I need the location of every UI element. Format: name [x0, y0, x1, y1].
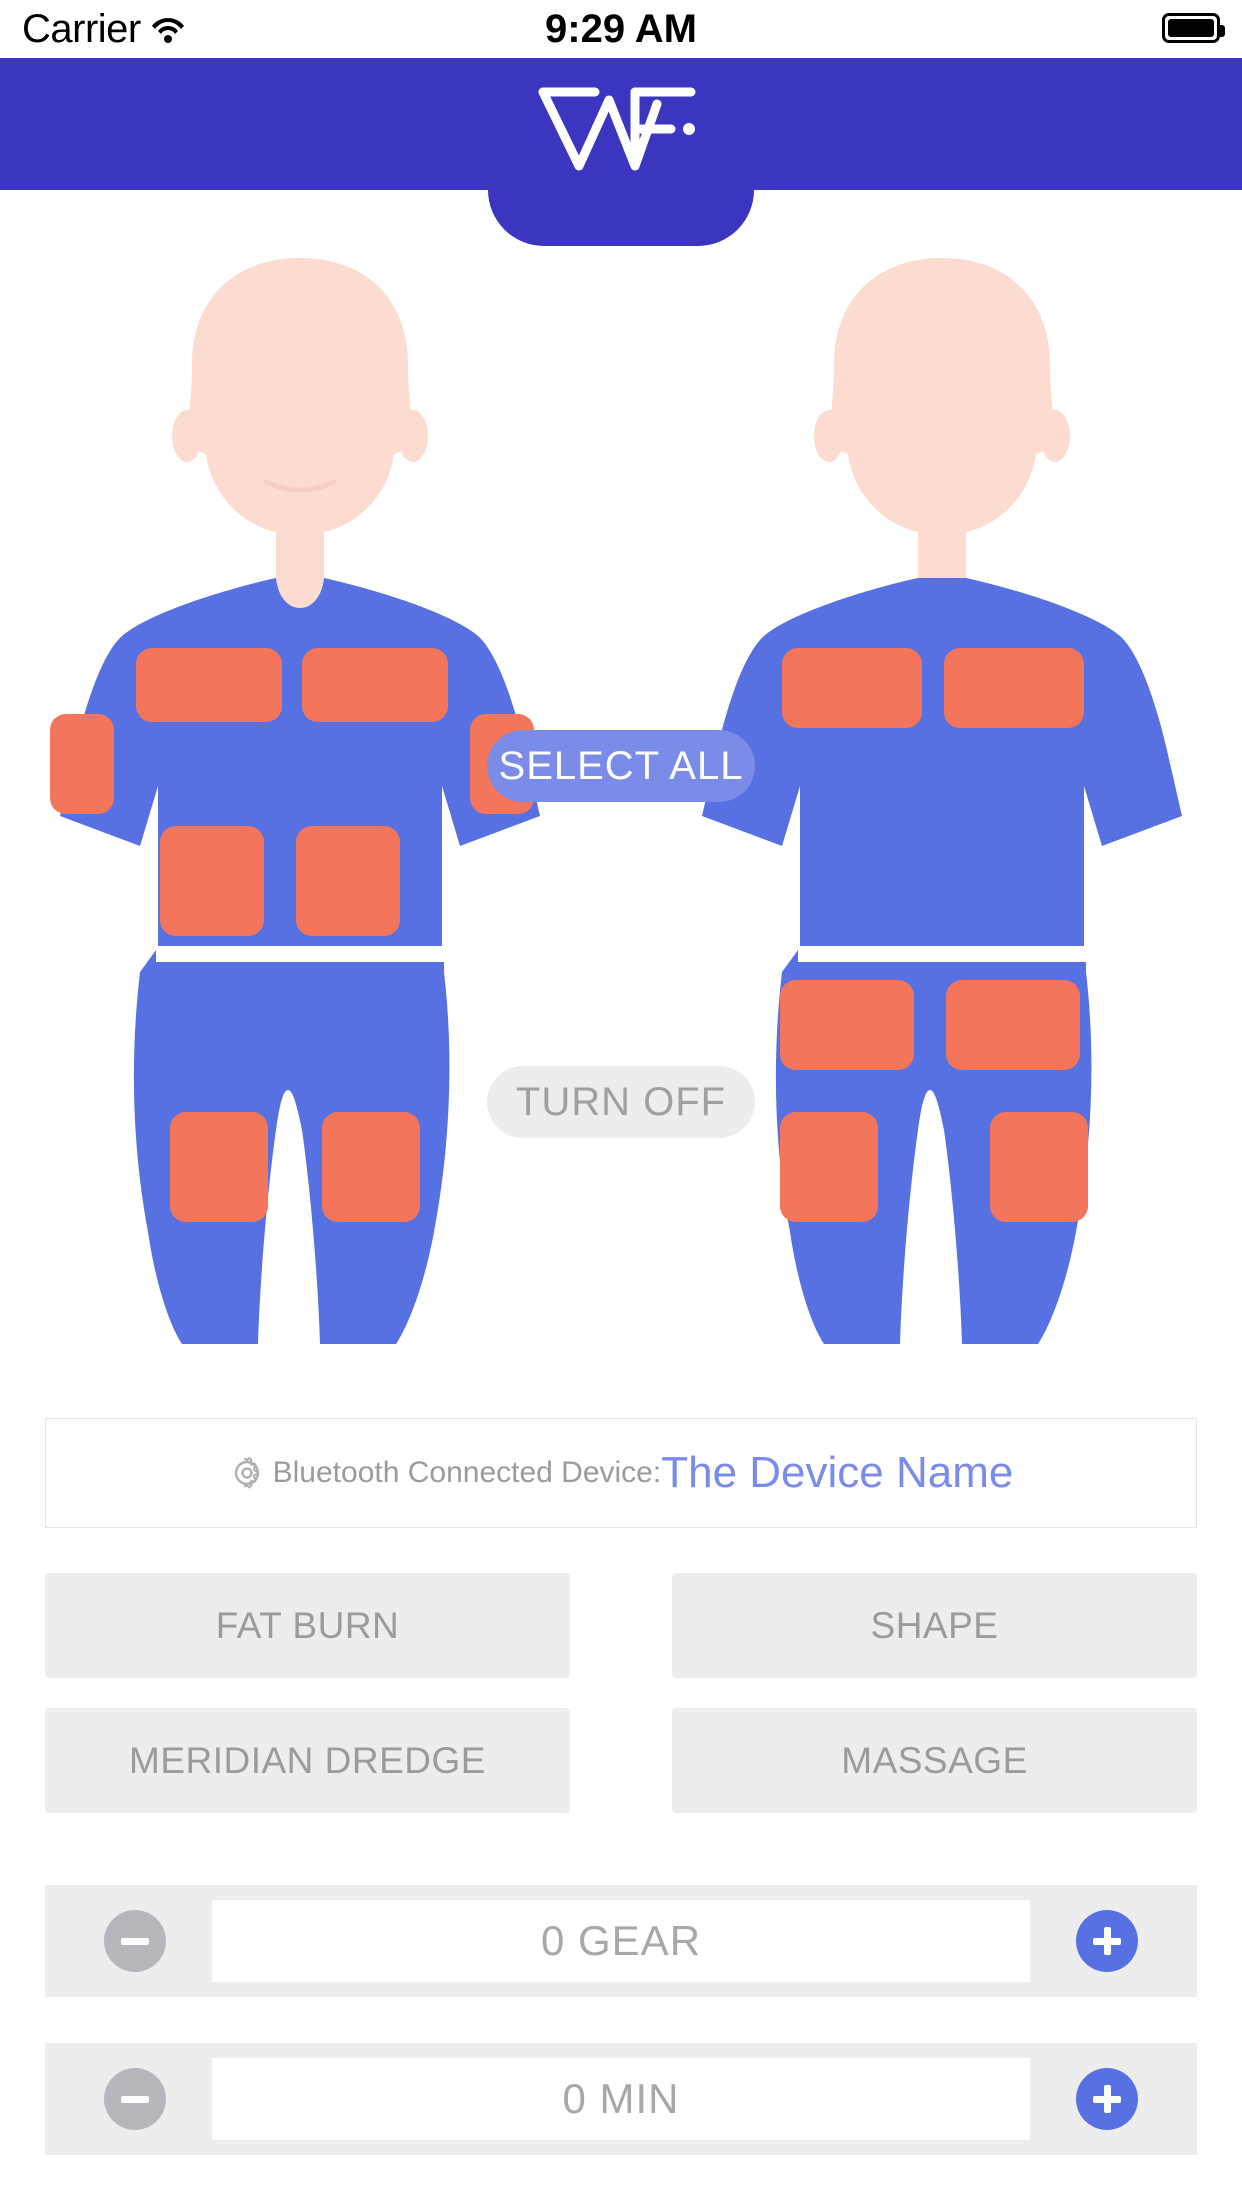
pad-arm-left — [50, 714, 114, 814]
minutes-increment-button[interactable] — [1076, 2068, 1138, 2130]
bluetooth-device-name: The Device Name — [661, 1448, 1014, 1497]
header-curve-decoration — [488, 190, 754, 246]
pad-thigh-right — [322, 1112, 420, 1222]
minus-icon — [104, 1910, 166, 1972]
pad-upper-back-right — [944, 648, 1084, 728]
mode-button-group: FAT BURN SHAPE MERIDIAN DREDGE MASSAGE — [45, 1573, 1197, 1813]
body-figure-front[interactable] — [30, 246, 570, 1356]
mode-button-massage[interactable]: MASSAGE — [672, 1708, 1197, 1813]
minus-icon — [104, 2068, 166, 2130]
minutes-value-field[interactable]: 0 MIN — [212, 2058, 1030, 2140]
body-map: SELECT ALL TURN OFF — [0, 246, 1242, 1356]
minutes-decrement-button[interactable] — [104, 2068, 166, 2130]
pad-upper-back-left — [782, 648, 922, 728]
pad-thigh-left — [170, 1112, 268, 1222]
battery-fill — [1168, 19, 1214, 37]
mode-button-fat-burn[interactable]: FAT BURN — [45, 1573, 570, 1678]
battery-full-icon — [1162, 13, 1225, 43]
pad-chest-left — [136, 648, 282, 722]
pad-abdomen-left — [160, 826, 264, 936]
clock-label: 9:29 AM — [545, 6, 697, 51]
body-figure-back[interactable] — [672, 246, 1212, 1356]
gear-icon — [229, 1455, 265, 1491]
battery-cap — [1220, 25, 1225, 37]
minutes-stepper: 0 MIN — [45, 2043, 1197, 2155]
pad-hamstring-right — [990, 1112, 1088, 1222]
turn-off-button[interactable]: TURN OFF — [487, 1066, 755, 1138]
pad-glute-right — [946, 980, 1080, 1070]
mode-button-meridian-dredge[interactable]: MERIDIAN DREDGE — [45, 1708, 570, 1813]
plus-icon — [1076, 1910, 1138, 1972]
bluetooth-label: Bluetooth Connected Device: — [272, 1456, 662, 1489]
gear-decrement-button[interactable] — [104, 1910, 166, 1972]
wf-brand-logo — [521, 58, 721, 190]
gear-stepper: 0 GEAR — [45, 1885, 1197, 1997]
status-bar: Carrier 9:29 AM — [0, 0, 1242, 58]
pad-chest-right — [302, 648, 448, 722]
gear-value-field[interactable]: 0 GEAR — [212, 1900, 1030, 1982]
bluetooth-device-inner: Bluetooth Connected Device: The Device N… — [229, 1448, 1014, 1498]
mode-button-shape[interactable]: SHAPE — [672, 1573, 1197, 1678]
pad-hamstring-left — [780, 1112, 878, 1222]
gear-increment-button[interactable] — [1076, 1910, 1138, 1972]
bluetooth-device-bar[interactable]: Bluetooth Connected Device: The Device N… — [45, 1418, 1197, 1528]
pad-abdomen-right — [296, 826, 400, 936]
pad-glute-left — [780, 980, 914, 1070]
select-all-button[interactable]: SELECT ALL — [487, 730, 755, 802]
plus-icon — [1076, 2068, 1138, 2130]
